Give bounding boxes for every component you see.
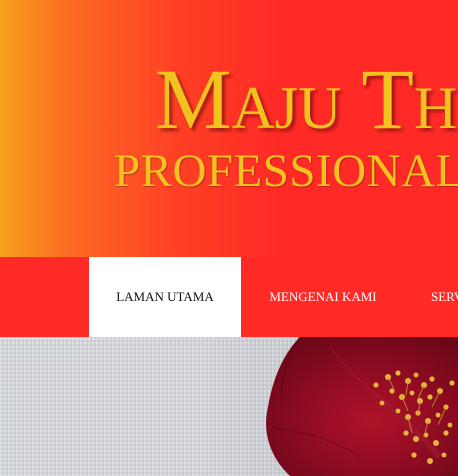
brand-subtitle: PROFESSIONAL [114, 145, 458, 197]
nav-item-services[interactable]: SERV [422, 257, 458, 337]
hibiscus-flower-image [266, 337, 458, 476]
hero-banner [0, 337, 458, 476]
main-nav: LAMAN UTAMA MENGENAI KAMI SERV [0, 257, 458, 337]
nav-item-mengenai-kami[interactable]: MENGENAI KAMI [252, 257, 394, 337]
site-header: Maju Th PROFESSIONAL [0, 0, 458, 257]
nav-item-laman-utama[interactable]: LAMAN UTAMA [89, 257, 241, 337]
brand-title[interactable]: Maju Th [155, 56, 457, 142]
